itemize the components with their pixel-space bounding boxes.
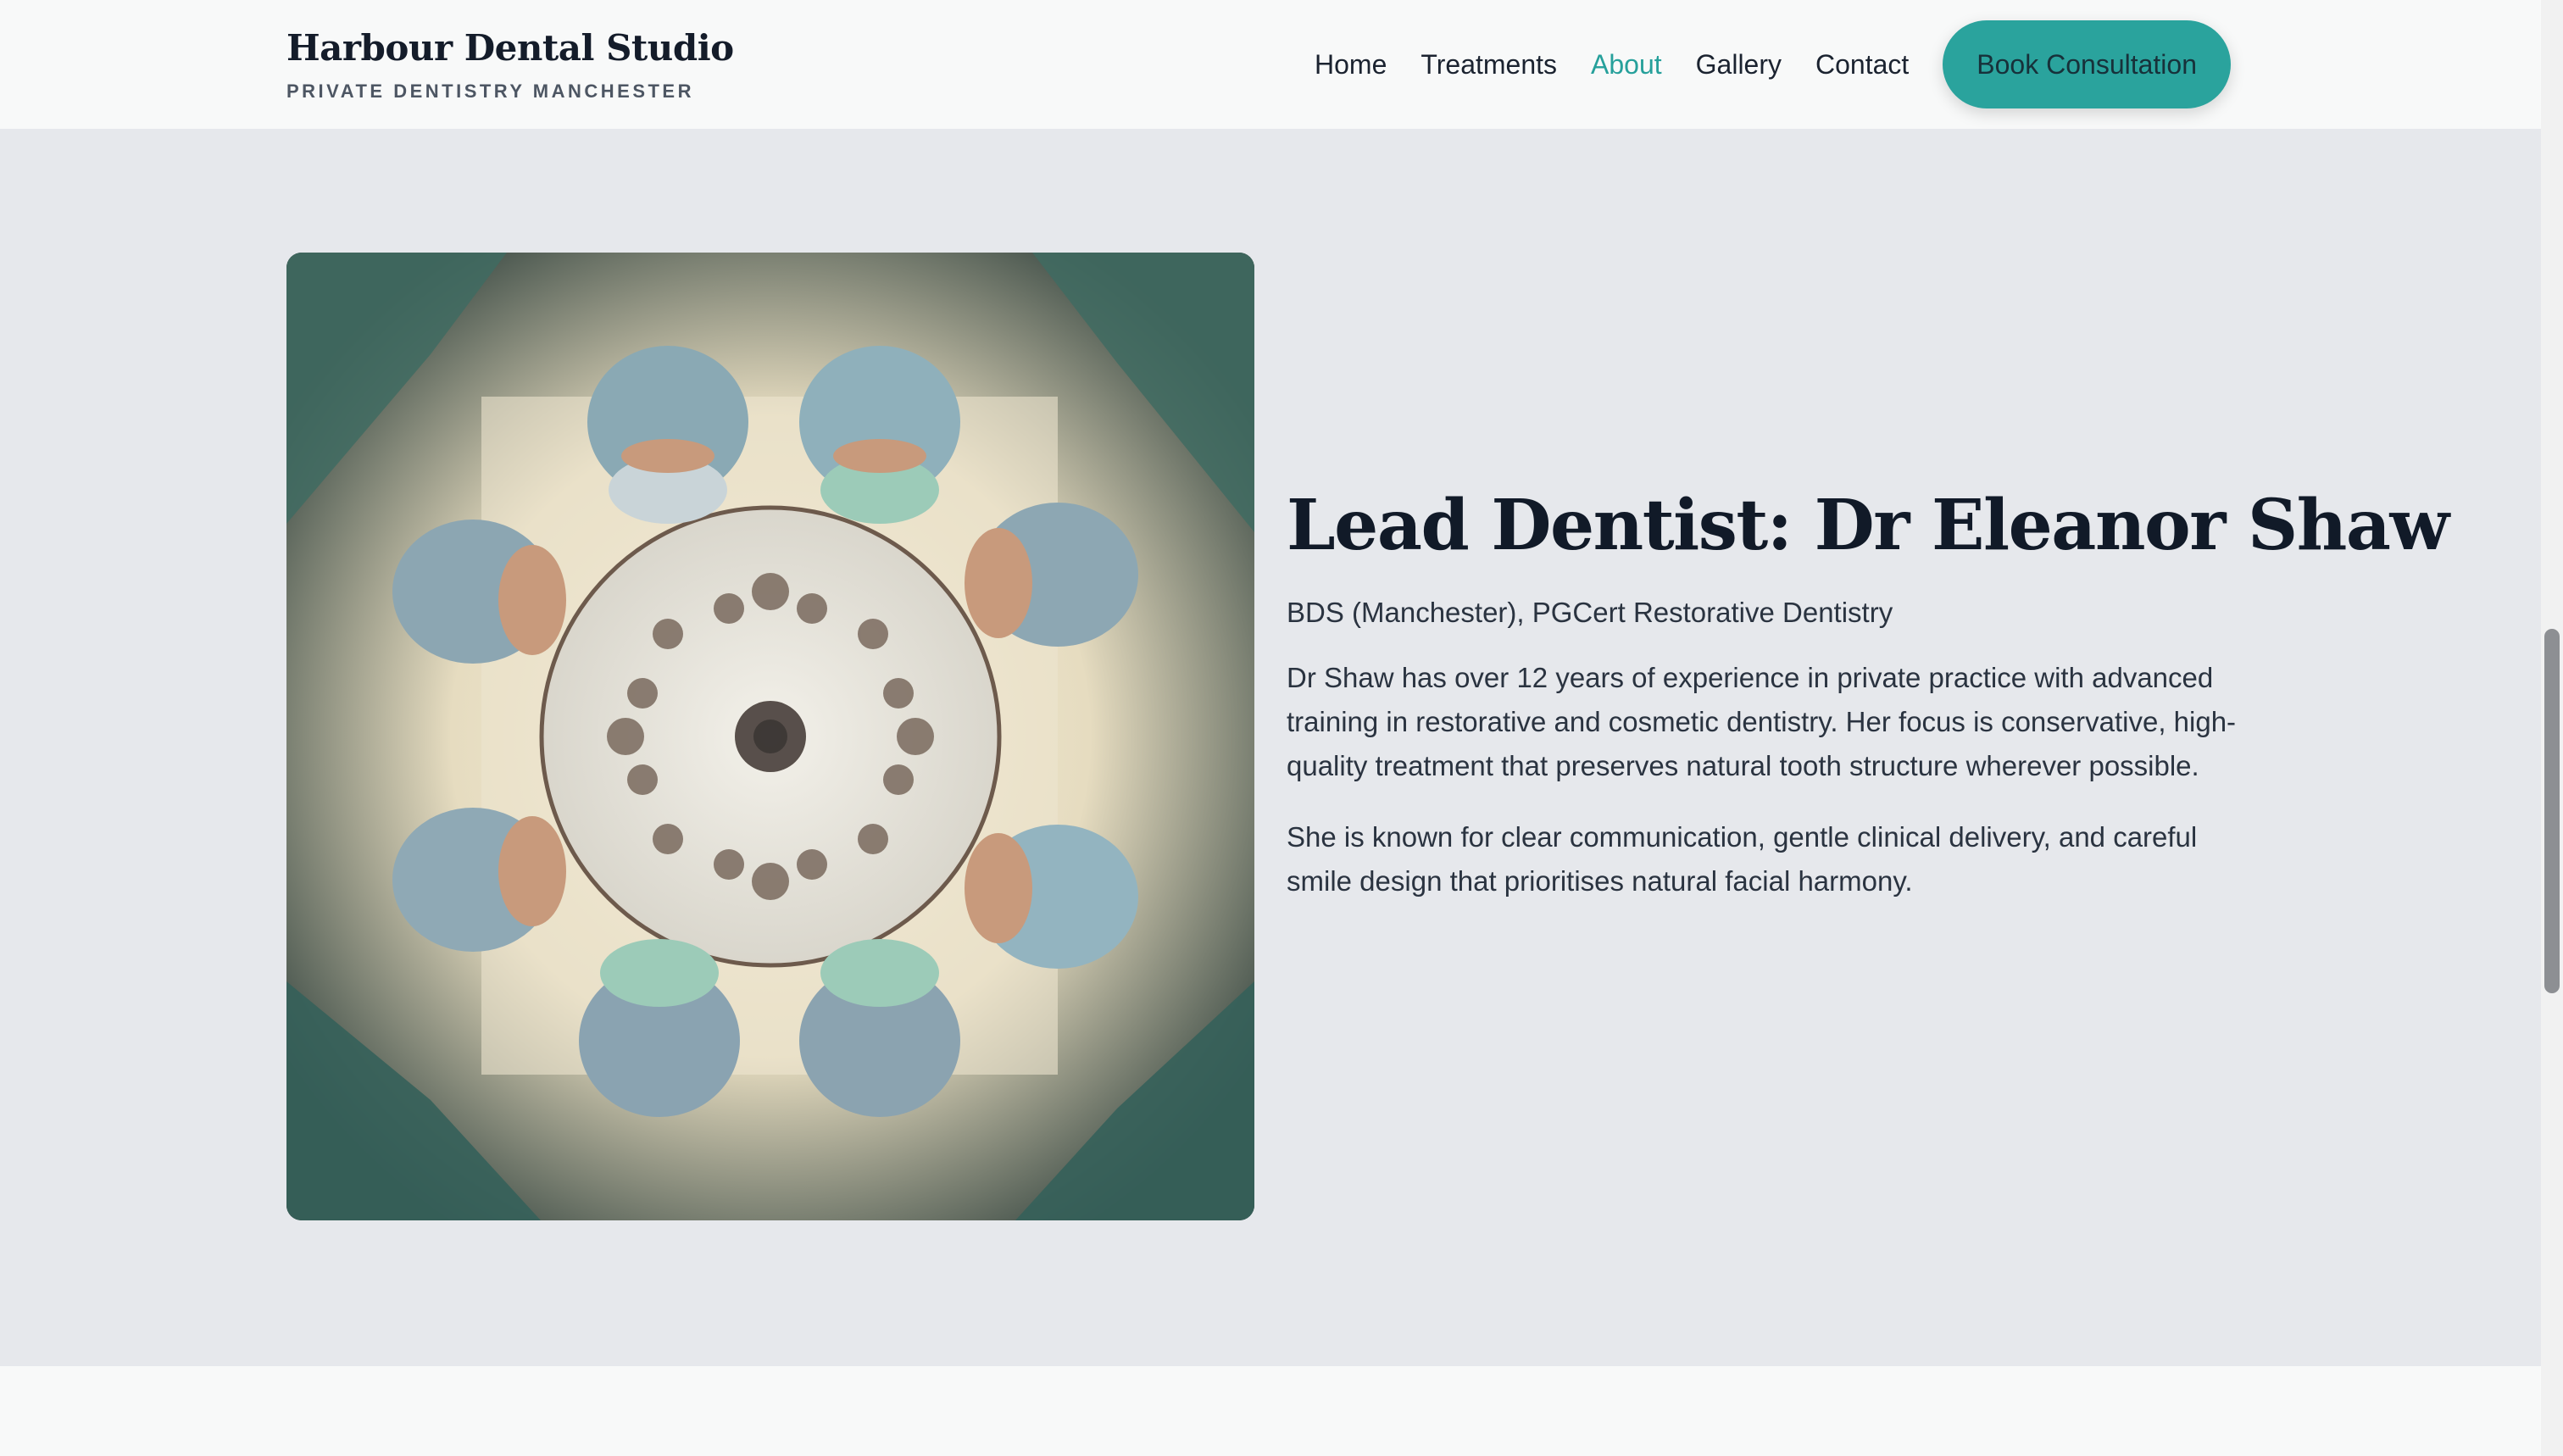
brand-tagline: PRIVATE DENTISTRY MANCHESTER xyxy=(286,81,694,102)
dentist-bio: Lead Dentist: Dr Eleanor Shaw BDS (Manch… xyxy=(1287,485,2449,903)
bio-title: Lead Dentist: Dr Eleanor Shaw xyxy=(1287,485,2449,566)
about-section: Lead Dentist: Dr Eleanor Shaw BDS (Manch… xyxy=(0,129,2541,1366)
nav-home[interactable]: Home xyxy=(1315,49,1387,81)
nav-contact[interactable]: Contact xyxy=(1815,49,1909,81)
nav-treatments[interactable]: Treatments xyxy=(1420,49,1557,81)
nav-about[interactable]: About xyxy=(1591,49,1662,81)
scrollbar-thumb[interactable] xyxy=(2544,629,2560,993)
main-nav: Home Treatments About Gallery Contact Bo… xyxy=(1315,20,2231,108)
book-consultation-button[interactable]: Book Consultation xyxy=(1943,20,2231,108)
site-header: Harbour Dental Studio PRIVATE DENTISTRY … xyxy=(0,0,2541,129)
surgeons-circle-illustration xyxy=(286,253,1254,1220)
scrollbar-track[interactable] xyxy=(2541,0,2563,1456)
bio-credentials: BDS (Manchester), PGCert Restorative Den… xyxy=(1287,597,1893,628)
bio-paragraph-2: She is known for clear communication, ge… xyxy=(1287,821,2198,897)
page: Harbour Dental Studio PRIVATE DENTISTRY … xyxy=(0,0,2563,1456)
nav-gallery[interactable]: Gallery xyxy=(1696,49,1782,81)
bio-paragraph-1: Dr Shaw has over 12 years of experience … xyxy=(1287,662,2237,781)
next-section-band xyxy=(0,1366,2541,1456)
brand[interactable]: Harbour Dental Studio PRIVATE DENTISTRY … xyxy=(286,27,734,103)
team-photo xyxy=(286,253,1254,1220)
brand-name: Harbour Dental Studio xyxy=(286,27,734,69)
